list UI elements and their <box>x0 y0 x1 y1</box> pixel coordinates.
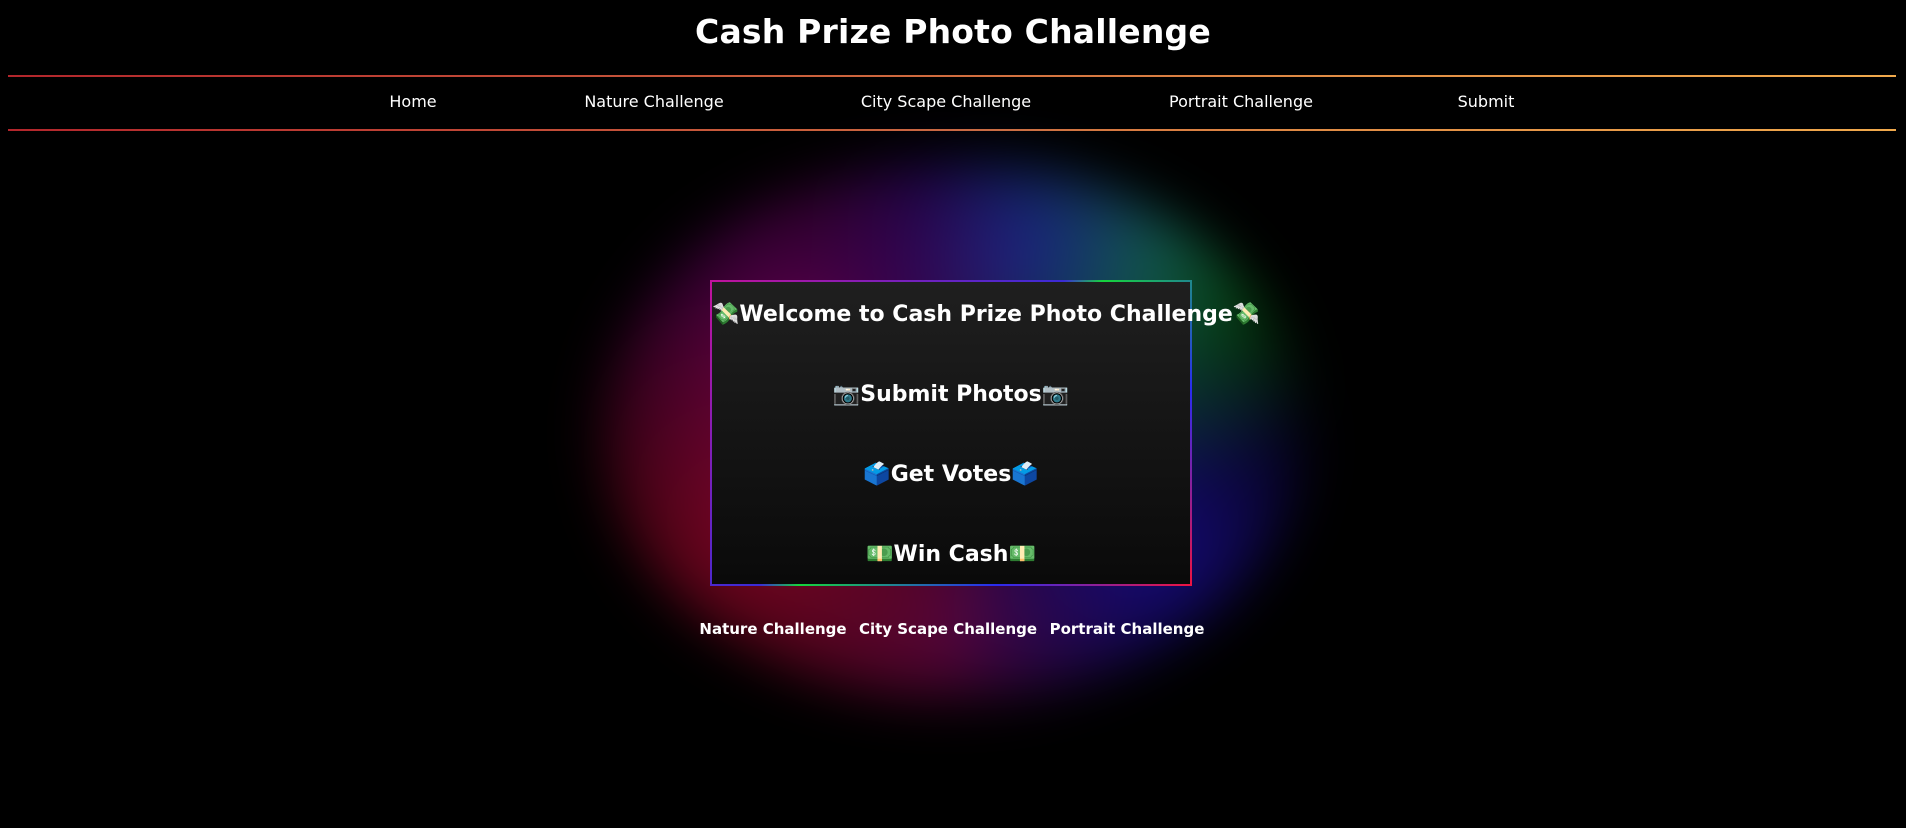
page: Cash Prize Photo Challenge Home Nature C… <box>0 0 1906 828</box>
dollar-banknote-icon: 💵 <box>866 542 894 567</box>
money-with-wings-icon: 💸 <box>1232 302 1261 327</box>
hero-submit-text: Submit Photos <box>860 382 1042 407</box>
hero-welcome-text: Welcome to Cash Prize Photo Challenge <box>739 302 1233 327</box>
hero-card: 💸Welcome to Cash Prize Photo Challenge💸 … <box>710 280 1260 586</box>
hero-votes-line: 🗳️Get Votes🗳️ <box>712 462 1190 487</box>
challenge-links: Nature Challenge City Scape Challenge Po… <box>0 620 1906 642</box>
camera-icon: 📷 <box>1041 382 1070 407</box>
site-title: Cash Prize Photo Challenge <box>695 12 1211 51</box>
hero-welcome-line: 💸Welcome to Cash Prize Photo Challenge💸 <box>712 302 1260 327</box>
nav-item-city-scape-challenge[interactable]: City Scape Challenge <box>861 92 1031 111</box>
nav-top-divider <box>8 75 1896 77</box>
main-nav: Home Nature Challenge City Scape Challen… <box>0 92 1906 118</box>
nav-item-submit[interactable]: Submit <box>1458 92 1515 111</box>
nav-item-home[interactable]: Home <box>389 92 436 111</box>
link-portrait-challenge[interactable]: Portrait Challenge <box>1050 620 1205 638</box>
hero-submit-line: 📷Submit Photos📷 <box>712 382 1190 407</box>
nav-item-nature-challenge[interactable]: Nature Challenge <box>584 92 723 111</box>
link-city-scape-challenge[interactable]: City Scape Challenge <box>859 620 1037 638</box>
link-nature-challenge[interactable]: Nature Challenge <box>699 620 846 638</box>
dollar-banknote-icon: 💵 <box>1008 542 1036 567</box>
nav-item-portrait-challenge[interactable]: Portrait Challenge <box>1169 92 1313 111</box>
money-with-wings-icon: 💸 <box>712 302 740 327</box>
hero-votes-text: Get Votes <box>890 462 1012 487</box>
ballot-box-icon: 🗳️ <box>863 462 891 487</box>
camera-icon: 📷 <box>832 382 861 407</box>
ballot-box-icon: 🗳️ <box>1011 462 1039 487</box>
hero-cash-line: 💵Win Cash💵 <box>712 542 1190 567</box>
hero-cash-text: Win Cash <box>893 542 1009 567</box>
nav-bottom-divider <box>8 129 1896 131</box>
